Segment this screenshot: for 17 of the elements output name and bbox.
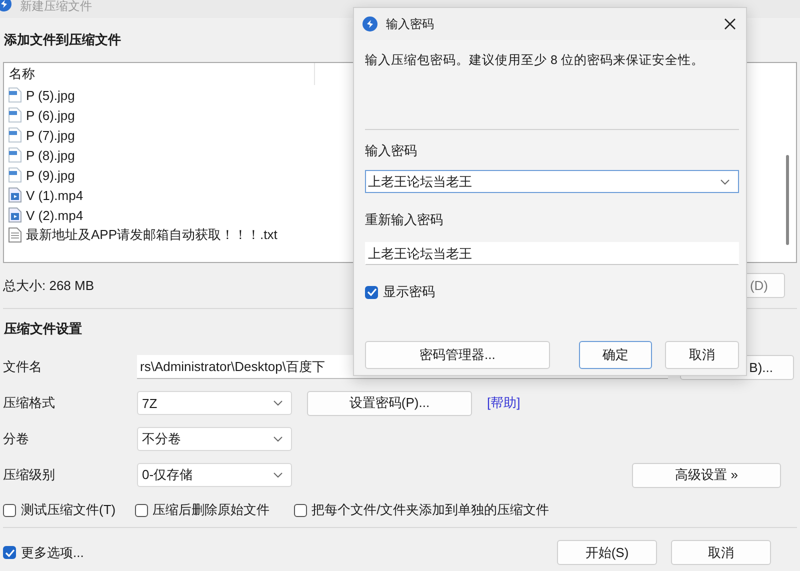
checkbox-label: 把每个文件/文件夹添加到单独的压缩文件 xyxy=(312,501,550,519)
checkbox-label: 显示密码 xyxy=(383,283,435,301)
dialog-title: 输入密码 xyxy=(386,16,435,32)
section-heading: 添加文件到压缩文件 xyxy=(4,31,121,49)
field-label: 压缩格式 xyxy=(3,394,56,412)
field-label: 文件名 xyxy=(3,358,43,376)
field-label: 重新输入密码 xyxy=(365,211,444,229)
total-size: 总大小: 268 MB xyxy=(3,276,94,294)
field-label: 输入密码 xyxy=(365,142,418,160)
dialog-message: 输入压缩包密码。建议使用至少 8 位的密码来保证安全性。 xyxy=(365,52,705,69)
field-label: 压缩级别 xyxy=(3,466,56,484)
checkbox-label: 更多选项... xyxy=(21,544,84,562)
checkbox-label: 测试压缩文件(T) xyxy=(21,501,116,519)
section-heading: 压缩文件设置 xyxy=(4,320,82,338)
field-label: 分卷 xyxy=(3,430,30,448)
window-title: 新建压缩文件 xyxy=(20,0,92,12)
checkbox-label: 压缩后删除原始文件 xyxy=(152,501,270,519)
